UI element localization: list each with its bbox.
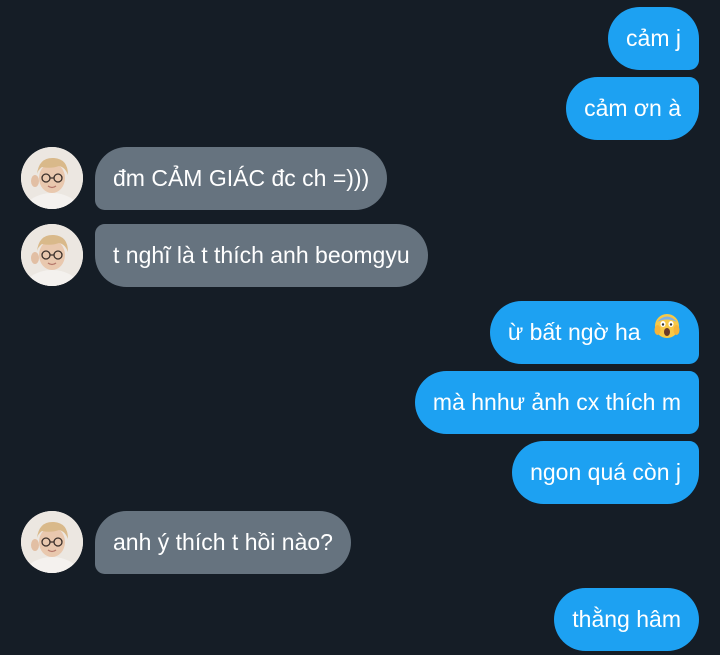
outgoing-message-bubble[interactable]: ừ bất ngờ ha bbox=[489, 300, 699, 364]
chat-conversation: cảm j cảm ơn à đm CẢM GIÁC đc ch =))) t … bbox=[0, 0, 720, 655]
message-text: t nghĩ là t thích anh beomgyu bbox=[113, 242, 410, 268]
outgoing-message-bubble[interactable]: cảm j bbox=[608, 7, 699, 70]
avatar[interactable] bbox=[21, 147, 83, 209]
outgoing-message-bubble[interactable]: cảm ơn à bbox=[566, 77, 699, 140]
avatar[interactable] bbox=[21, 224, 83, 286]
face-screaming-in-fear-icon bbox=[653, 300, 681, 363]
avatar-image bbox=[21, 224, 83, 286]
message-text: anh ý thích t hồi nào? bbox=[113, 529, 333, 555]
message-text: ừ bất ngờ ha bbox=[507, 319, 641, 345]
avatar[interactable] bbox=[21, 511, 83, 573]
incoming-message-bubble[interactable]: anh ý thích t hồi nào? bbox=[95, 511, 351, 574]
outgoing-message-bubble[interactable]: ngon quá còn j bbox=[512, 441, 699, 504]
message-text: ngon quá còn j bbox=[530, 459, 681, 485]
incoming-message-bubble[interactable]: t nghĩ là t thích anh beomgyu bbox=[95, 224, 428, 287]
message-text: đm CẢM GIÁC đc ch =))) bbox=[113, 165, 370, 191]
outgoing-message-bubble[interactable]: thằng hâm bbox=[554, 588, 699, 651]
message-text: mà hnhư ảnh cx thích m bbox=[432, 389, 681, 415]
message-text: thằng hâm bbox=[572, 606, 681, 632]
outgoing-message-bubble[interactable]: mà hnhư ảnh cx thích m bbox=[414, 371, 699, 434]
message-text: cảm j bbox=[626, 25, 681, 51]
incoming-message-bubble[interactable]: đm CẢM GIÁC đc ch =))) bbox=[95, 147, 388, 210]
avatar-image bbox=[21, 147, 83, 209]
message-text: cảm ơn à bbox=[584, 95, 681, 121]
avatar-image bbox=[21, 511, 83, 573]
